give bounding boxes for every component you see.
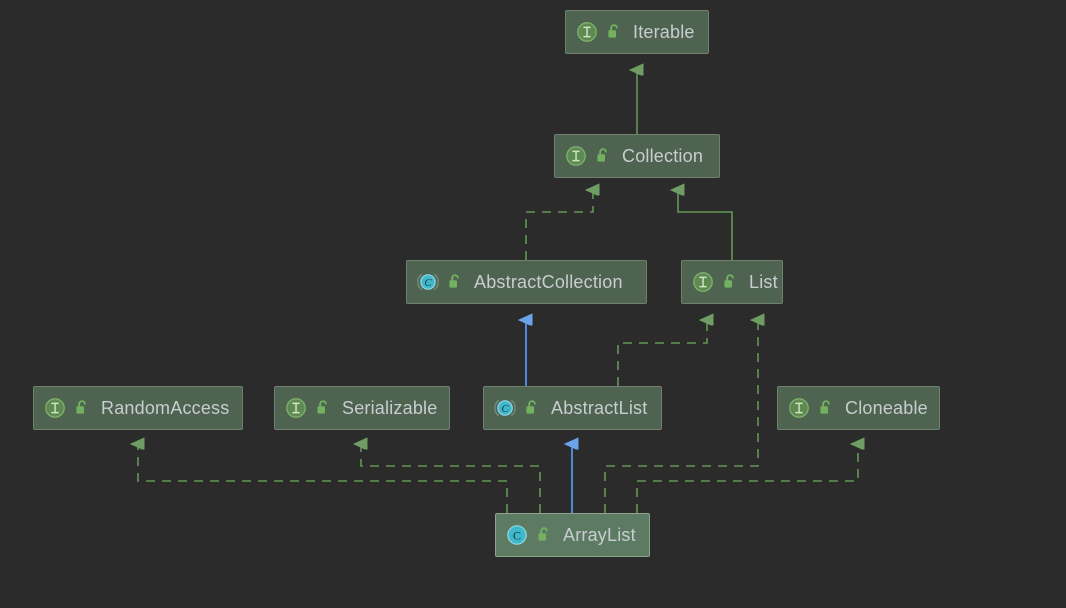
edge-abstractcollection-to-collection (525, 190, 593, 260)
public-lock-icon (605, 23, 623, 41)
uml-node-list[interactable]: List (681, 260, 783, 304)
edge-arraylist-to-cloneable (636, 444, 858, 513)
interface-icon (285, 397, 307, 419)
uml-node-label: Cloneable (845, 397, 928, 418)
svg-text:C: C (501, 404, 509, 415)
interface-icon (565, 145, 587, 167)
svg-text:C: C (513, 528, 521, 542)
uml-hierarchy-diagram[interactable]: Iterable Collection C AbstractCollection… (0, 0, 1066, 608)
uml-node-serializable[interactable]: Serializable (274, 386, 450, 430)
public-lock-icon (73, 399, 91, 417)
uml-node-label: AbstractCollection (474, 271, 623, 292)
uml-node-label: ArrayList (563, 524, 636, 545)
public-lock-icon (535, 526, 553, 544)
uml-node-cloneable[interactable]: Cloneable (777, 386, 940, 430)
uml-node-label: RandomAccess (101, 397, 230, 418)
uml-node-label: Collection (622, 145, 704, 166)
uml-node-label: List (749, 271, 778, 292)
uml-node-iterable[interactable]: Iterable (565, 10, 709, 54)
uml-node-collection[interactable]: Collection (554, 134, 720, 178)
public-lock-icon (594, 147, 612, 165)
uml-node-label: Iterable (633, 21, 695, 42)
edge-abstractlist-to-list (617, 320, 707, 386)
interface-icon (788, 397, 810, 419)
uml-node-abstractlist[interactable]: C AbstractList (483, 386, 662, 430)
edge-arraylist-to-serializable (361, 444, 541, 513)
svg-text:C: C (424, 278, 432, 289)
uml-node-randomaccess[interactable]: RandomAccess (33, 386, 243, 430)
abstract-class-icon: C (494, 397, 516, 419)
uml-node-label: Serializable (342, 397, 438, 418)
interface-icon (576, 21, 598, 43)
public-lock-icon (523, 399, 541, 417)
uml-node-abstractcollection[interactable]: C AbstractCollection (406, 260, 647, 304)
uml-node-label: AbstractList (551, 397, 648, 418)
public-lock-icon (817, 399, 835, 417)
public-lock-icon (721, 273, 739, 291)
class-icon: C (506, 524, 528, 546)
abstract-class-icon: C (417, 271, 439, 293)
public-lock-icon (314, 399, 332, 417)
interface-icon (692, 271, 714, 293)
uml-node-arraylist[interactable]: C ArrayList (495, 513, 650, 557)
edge-arraylist-to-randomaccess (138, 444, 508, 513)
public-lock-icon (446, 273, 464, 291)
edge-list-to-collection (678, 190, 733, 260)
interface-icon (44, 397, 66, 419)
